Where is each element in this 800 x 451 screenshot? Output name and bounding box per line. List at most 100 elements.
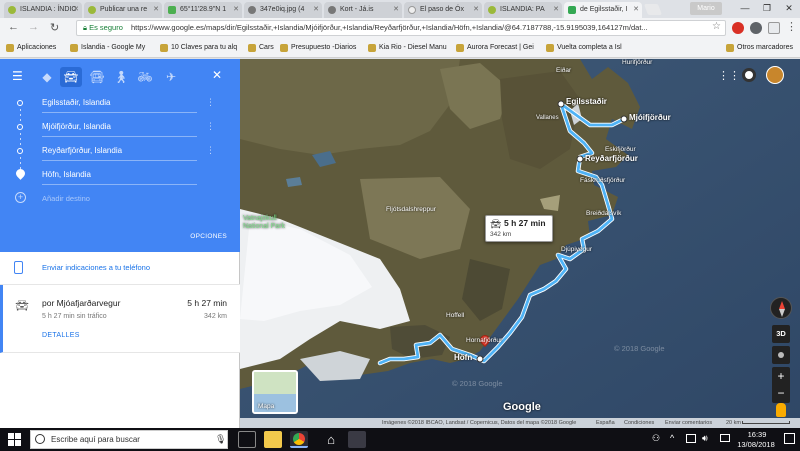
star-icon[interactable]: ☆ bbox=[712, 21, 721, 32]
clock-date[interactable]: 13/08/2018 bbox=[732, 440, 780, 449]
user-avatar[interactable] bbox=[766, 66, 784, 84]
send-to-phone-row[interactable]: Enviar indicaciones a tu teléfono bbox=[0, 252, 240, 285]
browser-tab[interactable]: ISLANDIA : ÍNDIC ✕ bbox=[4, 2, 82, 18]
volume-icon[interactable]: 🔊︎ bbox=[702, 433, 708, 444]
close-tab-icon[interactable]: ✕ bbox=[633, 2, 639, 18]
drag-handle-icon[interactable]: ⋮ bbox=[206, 145, 215, 156]
new-tab-button[interactable] bbox=[643, 4, 663, 15]
bookmark-apps[interactable]: Aplicaciones bbox=[6, 42, 56, 54]
place-label-egilsstadir[interactable]: Egilsstaðir bbox=[566, 97, 607, 106]
action-center-icon[interactable] bbox=[784, 433, 795, 444]
cycling-mode-icon[interactable]: 🚲︎ bbox=[134, 67, 156, 87]
extension-icon[interactable] bbox=[768, 22, 780, 34]
map-canvas[interactable]: 🚘︎ 5 h 27 min 342 km Egilsstaðir Mjóifjö… bbox=[240, 59, 800, 428]
waypoint-input-4[interactable]: Höfn, Islandia bbox=[42, 165, 197, 185]
bookmark[interactable]: Vuelta completa a Isl bbox=[546, 42, 622, 54]
address-bar[interactable]: 🔒︎ Es seguro https://www.google.es/maps/… bbox=[76, 20, 726, 36]
back-arrow-icon[interactable]: ← bbox=[8, 21, 19, 33]
place-label-vallanes: Vallanes bbox=[536, 115, 559, 121]
add-destination-field[interactable]: Añadir destino bbox=[42, 194, 90, 203]
directions-header: ☰ ◆ 🚘︎ 🚍︎ 🚶︎ 🚲︎ ✈︎ ✕ Egilsstaðir, Island… bbox=[0, 59, 240, 252]
route-callout[interactable]: 🚘︎ 5 h 27 min 342 km bbox=[485, 215, 553, 242]
network-icon[interactable] bbox=[686, 434, 696, 443]
compass-icon[interactable] bbox=[770, 297, 792, 319]
reload-icon[interactable]: ↻ bbox=[50, 21, 59, 34]
extension-icon[interactable] bbox=[732, 22, 744, 34]
place-label-hofn[interactable]: Höfn bbox=[454, 353, 472, 362]
bookmark[interactable]: Aurora Forecast | Gei bbox=[456, 42, 534, 54]
extension-shield-icon[interactable] bbox=[750, 22, 762, 34]
directions-panel: ☰ ◆ 🚘︎ 🚍︎ 🚶︎ 🚲︎ ✈︎ ✕ Egilsstaðir, Island… bbox=[0, 59, 240, 428]
other-bookmarks[interactable]: Otros marcadores bbox=[726, 42, 793, 54]
taskbar-search-box[interactable]: Escribe aquí para buscar 🎙︎ bbox=[30, 430, 228, 449]
close-tab-icon[interactable]: ✕ bbox=[393, 2, 399, 18]
bookmark[interactable]: Cars bbox=[248, 42, 274, 54]
close-tab-icon[interactable]: ✕ bbox=[473, 2, 479, 18]
place-label-reydarfjordur[interactable]: Reyðarfjörður bbox=[585, 154, 638, 163]
street-view-pegman-icon[interactable] bbox=[776, 403, 786, 417]
profile-name[interactable]: Mario bbox=[690, 2, 722, 15]
clock-time[interactable]: 16:39 bbox=[738, 430, 776, 439]
drag-handle-icon[interactable]: ⋮ bbox=[206, 121, 215, 132]
add-destination-icon[interactable]: + bbox=[15, 192, 26, 203]
chrome-logo bbox=[293, 433, 305, 445]
feedback-link[interactable]: Enviar comentarios bbox=[665, 418, 712, 428]
country-link[interactable]: España bbox=[596, 418, 615, 428]
my-location-button[interactable] bbox=[772, 346, 790, 364]
bookmark[interactable]: Kia Rio - Diesel Manu bbox=[368, 42, 447, 54]
notifications-icon[interactable] bbox=[742, 68, 756, 82]
place-label-vatnajokull[interactable]: Vatnajökull National Park bbox=[243, 215, 298, 231]
place-label-mjoifjordur[interactable]: Mjóifjörður bbox=[629, 113, 671, 122]
minimize-icon[interactable]: — bbox=[734, 0, 756, 16]
menu-dots-icon[interactable]: ⋮ bbox=[786, 20, 797, 33]
apps-grid-icon[interactable]: ⋮⋮ bbox=[718, 69, 740, 82]
waypoint-input-1[interactable]: Egilsstaðir, Islandia bbox=[42, 93, 197, 113]
route-option[interactable]: 🚘︎ por Mjóafjarðarvegur 5 h 27 min 5 h 2… bbox=[0, 285, 240, 353]
close-tab-icon[interactable]: ✕ bbox=[153, 2, 159, 18]
browser-tab[interactable]: Publicar una re ✕ bbox=[84, 2, 162, 18]
browser-tab-active[interactable]: de Egilsstaðir, I ✕ bbox=[564, 2, 642, 18]
waypoint-input-2[interactable]: Mjóifjörður, Islandia bbox=[42, 117, 197, 137]
people-icon[interactable]: ⚇ bbox=[652, 433, 660, 444]
close-tab-icon[interactable]: ✕ bbox=[73, 2, 79, 18]
map-layer-toggle[interactable]: Mapa bbox=[252, 370, 298, 414]
browser-tab[interactable]: El paso de Óx ✕ bbox=[404, 2, 482, 18]
chrome-taskbar-icon[interactable] bbox=[290, 431, 308, 448]
app-taskbar-icon[interactable] bbox=[348, 431, 366, 448]
drag-handle-icon[interactable]: ⋮ bbox=[206, 97, 215, 108]
keyboard-icon[interactable] bbox=[720, 434, 730, 442]
browser-tab[interactable]: 347e0iq.jpg (4 ✕ bbox=[244, 2, 322, 18]
walking-mode-icon[interactable]: 🚶︎ bbox=[110, 67, 132, 87]
forward-arrow-icon[interactable]: → bbox=[28, 21, 39, 33]
car-mode-icon[interactable]: 🚘︎ bbox=[60, 67, 82, 87]
restore-icon[interactable]: ❐ bbox=[756, 0, 778, 16]
zoom-in-button[interactable]: + bbox=[772, 367, 790, 385]
terms-link[interactable]: Condiciones bbox=[624, 418, 654, 428]
home-taskbar-icon[interactable]: ⌂ bbox=[322, 431, 340, 448]
close-tab-icon[interactable]: ✕ bbox=[233, 2, 239, 18]
bookmark[interactable]: 10 Claves para tu alq bbox=[160, 42, 237, 54]
close-tab-icon[interactable]: ✕ bbox=[313, 2, 319, 18]
flight-mode-icon[interactable]: ✈︎ bbox=[160, 67, 182, 87]
options-button[interactable]: OPCIONES bbox=[190, 233, 227, 240]
3d-toggle-button[interactable]: 3D bbox=[772, 325, 790, 343]
windows-start-icon[interactable] bbox=[8, 433, 22, 447]
close-window-icon[interactable]: ✕ bbox=[778, 0, 800, 16]
waypoint-input-3[interactable]: Reyðarfjörður, Islandia bbox=[42, 141, 197, 161]
close-directions-icon[interactable]: ✕ bbox=[212, 68, 222, 82]
bookmark[interactable]: Presupuesto -Diarios bbox=[280, 42, 356, 54]
details-button[interactable]: DETALLES bbox=[42, 332, 80, 339]
microphone-icon[interactable]: 🎙︎ bbox=[215, 434, 226, 445]
browser-tab[interactable]: 65°11'28.9"N 1 ✕ bbox=[164, 2, 242, 18]
zoom-out-button[interactable]: − bbox=[772, 385, 790, 403]
hamburger-menu-icon[interactable]: ☰ bbox=[12, 69, 23, 83]
task-view-icon[interactable] bbox=[238, 431, 256, 448]
browser-tab[interactable]: Kort - Já.is ✕ bbox=[324, 2, 402, 18]
file-explorer-icon[interactable] bbox=[264, 431, 282, 448]
show-hidden-icons-icon[interactable]: ^ bbox=[670, 433, 674, 443]
close-tab-icon[interactable]: ✕ bbox=[553, 2, 559, 18]
bookmark[interactable]: Islandia - Google My bbox=[70, 42, 145, 54]
transit-mode-icon[interactable]: 🚍︎ bbox=[86, 67, 108, 87]
browser-tab[interactable]: ISLANDIA: PA ✕ bbox=[484, 2, 562, 18]
best-route-mode-icon[interactable]: ◆ bbox=[36, 67, 58, 87]
